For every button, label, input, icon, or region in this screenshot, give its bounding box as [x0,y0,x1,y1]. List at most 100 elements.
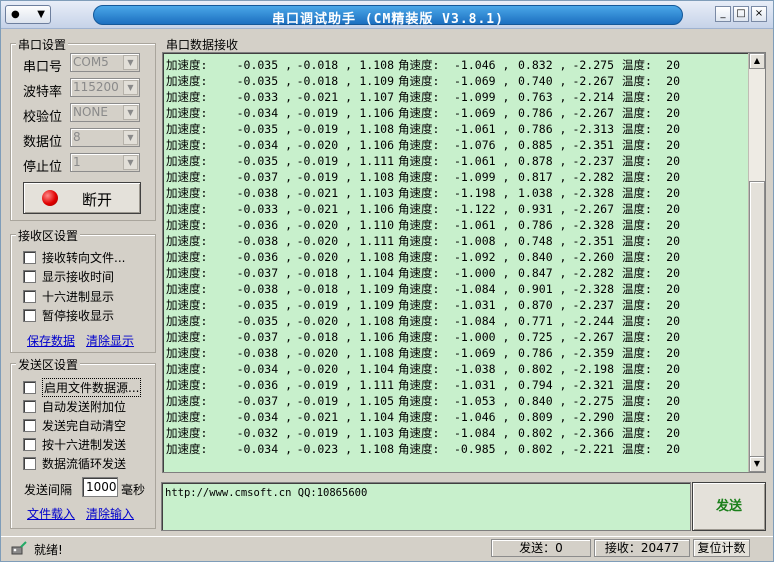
checkbox-box[interactable] [23,251,36,264]
receive-value: -0.037 , [236,394,292,408]
gyro-label: 角速度: [398,298,440,312]
receive-value: -0.985 , [454,442,510,456]
receive-settings-group: 接收区设置 接收转向文件... 显示接收时间 十六进制显示 暂停接收显示 保存数… [10,227,156,353]
receive-line: 加速度: 角速度: 温度: -0.038 , -0.018 , 1.109 -1.084 ,… [166,281,746,297]
hex-send-checkbox[interactable]: 按十六进制发送 [23,436,126,453]
baud-select[interactable]: 115200 ▼ [70,78,140,97]
chevron-down-icon[interactable]: ▼ [123,105,138,120]
system-menu-button[interactable]: ● ▼ [5,5,51,24]
checkbox-box[interactable] [23,457,36,470]
accel-label: 加速度: [166,170,208,184]
receive-value: -2.328 [572,186,614,200]
receive-value: -2.366 [572,426,614,440]
scroll-up-icon[interactable]: ▲ [749,53,765,69]
receive-value: 20 [666,106,680,120]
clear-input-link[interactable]: 清除输入 [86,505,134,522]
receive-area-title: 串口数据接收 [166,38,239,52]
recv-to-file-label: 接收转向文件... [42,251,126,265]
receive-value: -0.021 , [296,410,352,424]
receive-value: -0.019 , [296,106,352,120]
save-data-link[interactable]: 保存数据 [27,332,75,349]
show-recv-time-checkbox[interactable]: 显示接收时间 [23,268,114,285]
checkbox-box[interactable] [23,290,36,303]
file-source-checkbox[interactable]: 启用文件数据源... [23,378,142,397]
chevron-down-icon[interactable]: ▼ [123,155,138,170]
scroll-down-icon[interactable]: ▼ [749,456,765,472]
receive-value: -0.038 , [236,346,292,360]
send-input[interactable]: http://www.cmsoft.cn QQ:10865600 [161,482,691,531]
send-settings-title: 发送区设置 [16,356,81,373]
chevron-down-icon[interactable]: ▼ [123,55,138,70]
minimize-button[interactable]: _ [715,6,731,22]
receive-value: 1.106 [359,138,394,152]
receive-value: 0.748 , [518,234,567,248]
scroll-thumb[interactable] [749,181,765,458]
clear-display-link[interactable]: 清除显示 [86,332,134,349]
gyro-label: 角速度: [398,234,440,248]
chevron-down-icon[interactable]: ▼ [123,80,138,95]
auto-clear-checkbox[interactable]: 发送完自动清空 [23,417,126,434]
connect-toggle-button[interactable]: 断开 [23,182,141,214]
receive-value: -0.034 , [236,138,292,152]
stopbits-select[interactable]: 1 ▼ [70,153,140,172]
status-bar: 就绪! 发送：0 接收：20477 复位计数 [1,536,773,561]
receive-value: 0.771 , [518,314,567,328]
vertical-scrollbar[interactable]: ▲ ▼ [748,53,765,472]
receive-value: -0.020 , [296,138,352,152]
receive-value: -0.019 , [296,394,352,408]
reset-count-button[interactable]: 复位计数 [693,539,750,557]
temp-label: 温度: [622,346,652,360]
receive-value: 1.108 [359,250,394,264]
app-icon: ● [11,9,20,20]
temp-label: 温度: [622,330,652,344]
hex-send-label: 按十六进制发送 [42,438,127,452]
hex-display-label: 十六进制显示 [42,290,115,304]
port-select[interactable]: COM5 ▼ [70,53,140,72]
loop-send-checkbox[interactable]: 数据流循环发送 [23,455,126,472]
pause-display-checkbox[interactable]: 暂停接收显示 [23,307,114,324]
recv-to-file-checkbox[interactable]: 接收转向文件... [23,249,125,266]
chevron-down-icon[interactable]: ▼ [123,130,138,145]
auto-append-checkbox[interactable]: 自动发送附加位 [23,398,126,415]
checkbox-box[interactable] [23,419,36,432]
serial-settings-group: 串口设置 串口号 COM5 ▼ 波特率 115200 ▼ 校验位 NONE ▼ … [10,36,156,221]
receive-value: -2.282 [572,266,614,280]
status-ready-text: 就绪! [34,543,63,557]
send-settings-group: 发送区设置 启用文件数据源... 自动发送附加位 发送完自动清空 按十六进制发送… [10,356,156,529]
temp-label: 温度: [622,410,652,424]
stopbits-select-value: 1 [73,155,81,169]
restore-button[interactable]: □ [733,6,749,22]
receive-value: 0.931 , [518,202,567,216]
receive-value: 20 [666,266,680,280]
receive-value: -2.267 [572,74,614,88]
hex-display-checkbox[interactable]: 十六进制显示 [23,288,114,305]
parity-label: 校验位 [23,110,63,125]
load-file-link[interactable]: 文件载入 [27,505,75,522]
parity-select[interactable]: NONE ▼ [70,103,140,122]
temp-label: 温度: [622,74,652,88]
checkbox-box[interactable] [23,381,36,394]
receive-value: -1.084 , [454,282,510,296]
receive-line: 加速度: 角速度: 温度: -0.035 , -0.020 , 1.108 -1.084 ,… [166,313,746,329]
accel-label: 加速度: [166,362,208,376]
gyro-label: 角速度: [398,74,440,88]
receive-value: 20 [666,234,680,248]
accel-label: 加速度: [166,266,208,280]
databits-select[interactable]: 8 ▼ [70,128,140,147]
receive-line: 加速度: 角速度: 温度: -0.036 , -0.020 , 1.108 -1.092 ,… [166,249,746,265]
checkbox-box[interactable] [23,270,36,283]
close-button[interactable]: × [751,6,767,22]
checkbox-box[interactable] [23,309,36,322]
checkbox-box[interactable] [23,438,36,451]
checkbox-box[interactable] [23,400,36,413]
send-button[interactable]: 发送 [692,482,766,531]
baud-label: 波特率 [23,85,63,100]
temp-label: 温度: [622,186,652,200]
receive-textarea[interactable]: 加速度: 角速度: 温度: -0.035 , -0.018 , 1.108 -1.046 ,… [162,52,766,473]
receive-value: -0.033 , [236,90,292,104]
temp-label: 温度: [622,138,652,152]
accel-label: 加速度: [166,410,208,424]
sent-count: 发送：0 [491,539,591,557]
send-interval-input[interactable]: 1000 [82,477,118,497]
receive-value: 0.725 , [518,330,567,344]
